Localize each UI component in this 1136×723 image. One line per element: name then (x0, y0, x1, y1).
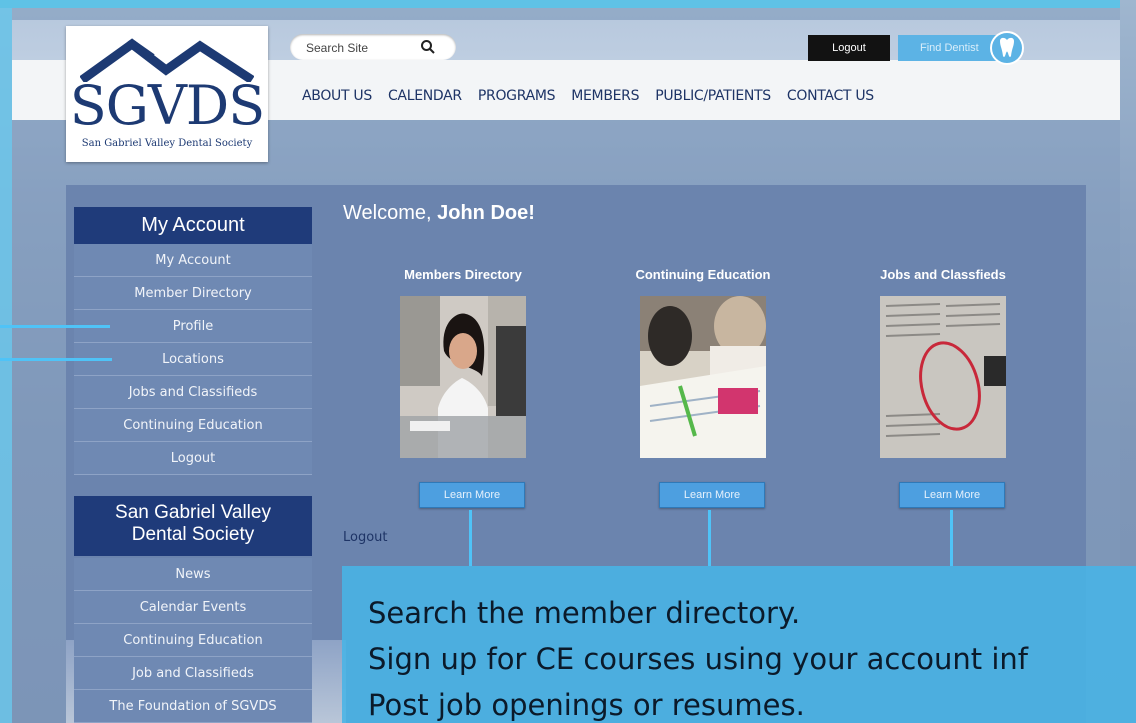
sidebar-item-calendar-events[interactable]: Calendar Events (74, 591, 312, 624)
nav-members[interactable]: MEMBERS (571, 88, 639, 112)
sidebar-item-news[interactable]: News (74, 558, 312, 591)
tooth-badge[interactable] (990, 31, 1024, 65)
sidebar-society-header-line2: Dental Society (131, 524, 255, 545)
find-dentist-button[interactable]: Find Dentist (898, 35, 998, 61)
callout-line-1: Search the member directory. (368, 596, 801, 630)
tooth-icon (1000, 37, 1014, 57)
welcome-heading: Welcome, John Doe! (343, 202, 535, 225)
main-nav: ABOUT US CALENDAR PROGRAMS MEMBERS PUBLI… (302, 88, 890, 112)
sidebar-item-job-classifieds[interactable]: Job and Classifieds (74, 657, 312, 690)
card-members-directory-title: Members Directory (404, 267, 522, 282)
sidebar-item-member-directory[interactable]: Member Directory (74, 277, 312, 310)
nav-public-patients[interactable]: PUBLIC/PATIENTS (655, 88, 771, 112)
welcome-prefix: Welcome, (343, 202, 432, 224)
sidebar-item-logout[interactable]: Logout (74, 442, 312, 475)
nav-programs[interactable]: PROGRAMS (478, 88, 556, 112)
sidebar-item-jobs-classifieds[interactable]: Jobs and Classifieds (74, 376, 312, 409)
welcome-user-name: John Doe! (437, 202, 535, 224)
logo-subtitle: San Gabriel Valley Dental Society (81, 138, 253, 149)
continuing-education-connector (708, 510, 711, 566)
header-logout-button[interactable]: Logout (808, 35, 890, 61)
sidebar-account-header: My Account (74, 207, 312, 244)
card-continuing-education-title: Continuing Education (635, 267, 771, 282)
sidebar-item-society-continuing-education[interactable]: Continuing Education (74, 624, 312, 657)
profile-annotation-line (0, 325, 110, 328)
top-accent-bar (0, 0, 1120, 8)
card-jobs-classifieds-title: Jobs and Classfieds (880, 267, 1006, 282)
left-accent-strip (0, 8, 12, 723)
sidebar-society-header: San Gabriel Valley Dental Society (74, 496, 312, 556)
jobs-classifieds-connector (950, 510, 953, 566)
nav-about-us[interactable]: ABOUT US (302, 88, 372, 112)
sidebar-item-continuing-education[interactable]: Continuing Education (74, 409, 312, 442)
nav-calendar[interactable]: CALENDAR (388, 88, 462, 112)
site-logo[interactable]: SGVDS San Gabriel Valley Dental Society (66, 26, 268, 162)
card-jobs-classifieds-learn-more[interactable]: Learn More (899, 482, 1005, 508)
search-box[interactable] (290, 34, 456, 60)
search-icon[interactable] (420, 39, 436, 55)
dentist-photo (400, 296, 526, 458)
callout-line-2: Sign up for CE courses using your accoun… (368, 642, 1029, 676)
logo-text: SGVDS (69, 74, 265, 137)
newspaper-photo (880, 296, 1006, 458)
card-members-directory-learn-more[interactable]: Learn More (419, 482, 525, 508)
content-logout-link[interactable]: Logout (343, 530, 388, 545)
locations-annotation-line (0, 358, 112, 361)
search-input[interactable] (304, 38, 418, 58)
sidebar-item-foundation[interactable]: The Foundation of SGVDS (74, 690, 312, 723)
members-directory-connector (469, 510, 472, 566)
card-continuing-education-image[interactable] (640, 296, 766, 458)
sidebar-item-my-account[interactable]: My Account (74, 244, 312, 277)
callout-line-3: Post job openings or resumes. (368, 688, 805, 722)
card-jobs-classifieds-image[interactable] (880, 296, 1006, 458)
card-continuing-education-learn-more[interactable]: Learn More (659, 482, 765, 508)
nav-contact-us[interactable]: CONTACT US (787, 88, 874, 112)
sidebar-society-header-line1: San Gabriel Valley (115, 502, 271, 523)
students-photo (640, 296, 766, 458)
card-members-directory-image[interactable] (400, 296, 526, 458)
